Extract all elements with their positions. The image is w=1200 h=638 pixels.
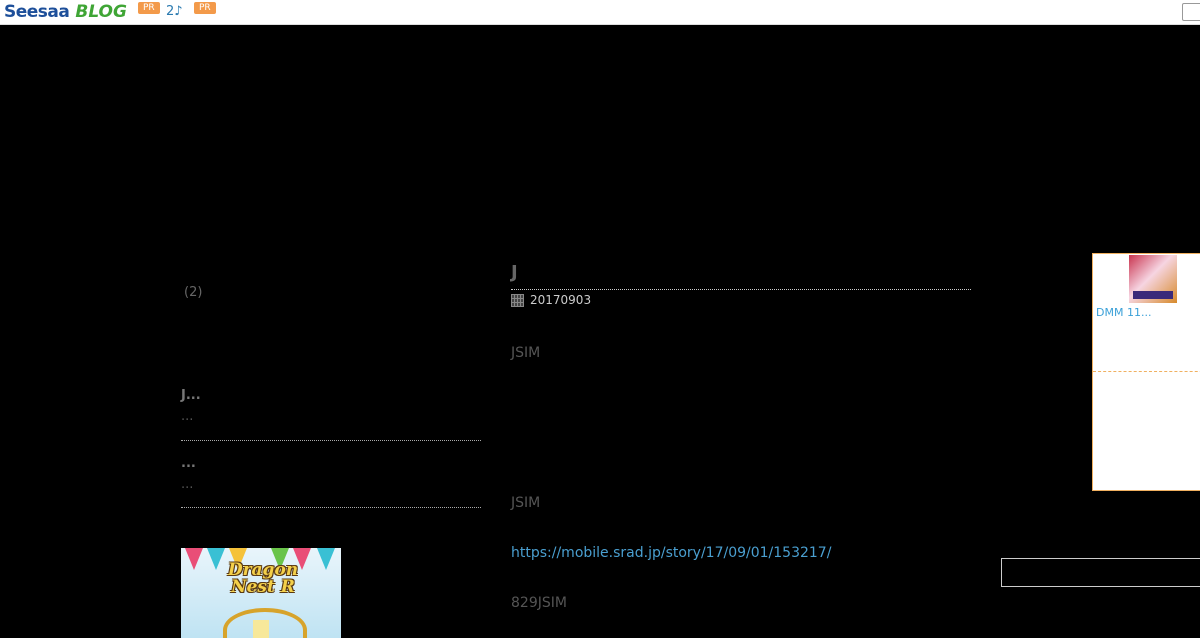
- calendar-icon: [511, 293, 524, 307]
- post-date-text: 20170903: [530, 293, 592, 307]
- post-source-link[interactable]: https://mobile.srad.jp/story/17/09/01/15…: [511, 545, 831, 561]
- sidebar-ad-banner[interactable]: Dragon Nest R: [181, 548, 341, 638]
- ad-game-logo: Dragon Nest R: [227, 560, 299, 597]
- logo-blog-text: BLOG: [75, 2, 127, 22]
- sidebar-entry[interactable]: ... ...: [181, 456, 481, 508]
- post-paragraph: JSIM: [511, 345, 541, 361]
- pr-badge-2: PR: [194, 2, 216, 14]
- top-promo-link[interactable]: 2♪: [166, 4, 183, 19]
- bunting-flag: [317, 548, 335, 570]
- post-title[interactable]: J: [511, 262, 518, 283]
- ad-divider: [1093, 371, 1200, 372]
- trophy-icon: [253, 620, 269, 638]
- bunting-flag: [185, 548, 203, 570]
- sidebar-entry-title[interactable]: ...: [181, 456, 481, 471]
- sidebar-search-input[interactable]: [1001, 558, 1200, 587]
- sidebar-entry[interactable]: J... ...: [181, 388, 481, 441]
- sidebar-entry-snippet: ...: [181, 477, 194, 492]
- sidebar-entry-snippet: ...: [181, 409, 194, 424]
- sidebar-count: (2): [184, 285, 203, 300]
- logo-seesaa-text: Seesaa: [4, 2, 70, 22]
- sidebar-entry-title[interactable]: J...: [181, 388, 481, 403]
- post-paragraph: JSIM: [511, 495, 541, 511]
- top-search-box[interactable]: [1182, 3, 1200, 21]
- right-ad-box[interactable]: DMM 11...: [1092, 253, 1200, 491]
- title-divider: [511, 289, 971, 290]
- post-paragraph: 829JSIM: [511, 595, 567, 611]
- top-bar: Seesaa BLOG PR 2♪ PR: [0, 0, 1200, 25]
- right-ad-label[interactable]: DMM 11...: [1096, 306, 1151, 319]
- ad-thumbnail[interactable]: [1129, 255, 1177, 303]
- post-date: 20170903: [511, 293, 591, 307]
- seesaa-blog-logo[interactable]: Seesaa BLOG: [4, 2, 127, 22]
- pr-badge: PR: [138, 2, 160, 14]
